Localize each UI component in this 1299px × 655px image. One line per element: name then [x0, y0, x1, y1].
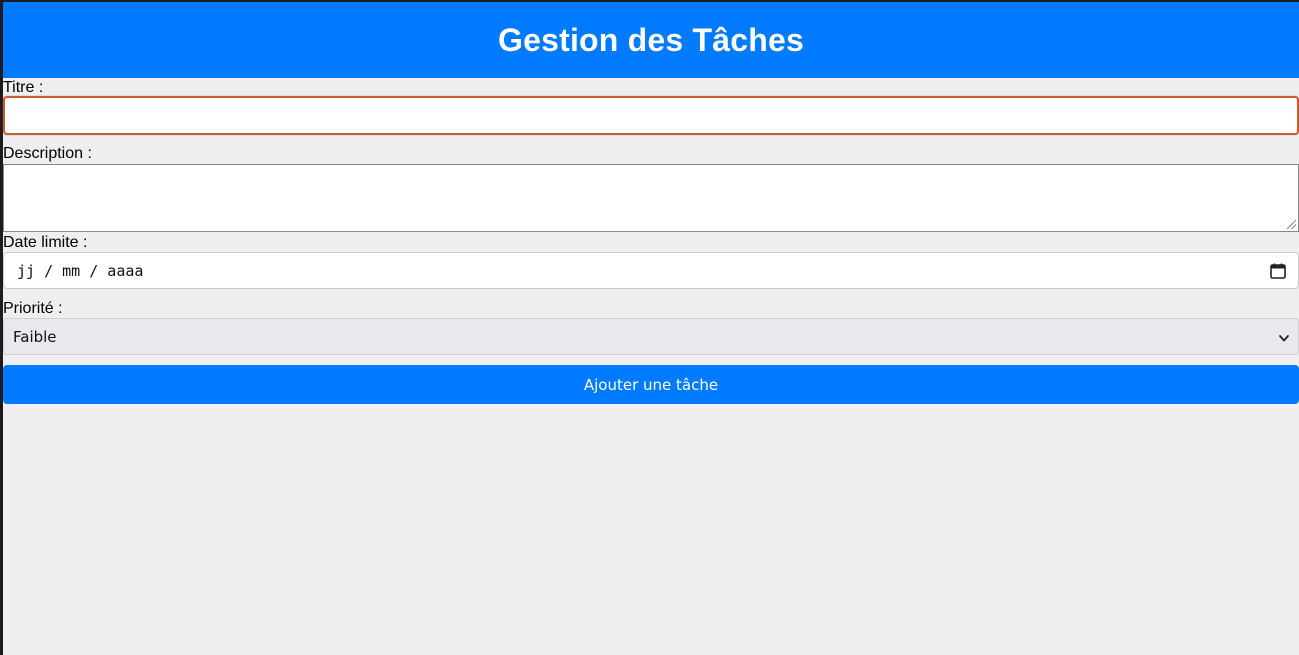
- priority-selected-value: Faible: [13, 327, 57, 346]
- description-label: Description :: [3, 145, 92, 162]
- date-label: Date limite :: [3, 234, 88, 251]
- page-header: Gestion des Tâches: [3, 2, 1299, 78]
- chevron-down-icon: [1278, 331, 1290, 343]
- title-input[interactable]: [3, 96, 1299, 135]
- add-task-button[interactable]: Ajouter une tâche: [3, 365, 1299, 404]
- resize-handle[interactable]: [1287, 220, 1296, 229]
- description-textarea[interactable]: [3, 164, 1299, 232]
- date-placeholder: jj / mm / aaaa: [17, 261, 144, 280]
- title-label: Titre :: [3, 79, 44, 96]
- app-page: Gestion des Tâches Titre : Description :…: [0, 0, 1299, 655]
- priority-label: Priorité :: [3, 300, 63, 317]
- page-title: Gestion des Tâches: [498, 21, 804, 58]
- calendar-icon[interactable]: [1269, 262, 1287, 280]
- due-date-input[interactable]: jj / mm / aaaa: [3, 252, 1299, 289]
- priority-select[interactable]: Faible: [3, 318, 1299, 355]
